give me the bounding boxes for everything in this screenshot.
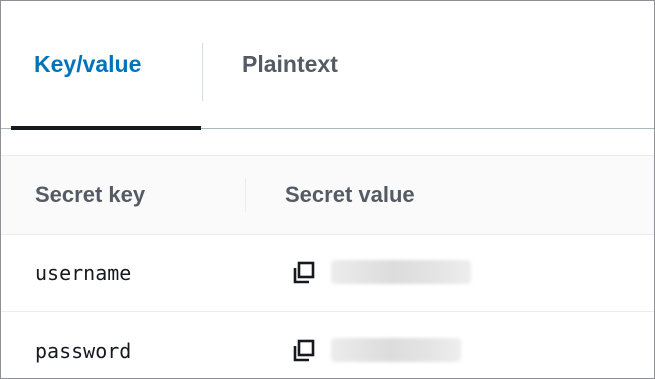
column-header-secret-key: Secret key <box>35 182 146 207</box>
secret-key-cell: password <box>35 338 132 363</box>
copy-icon[interactable] <box>291 338 317 364</box>
tab-plaintext[interactable]: Plaintext <box>205 1 338 128</box>
tab-key-value[interactable]: Key/value <box>11 1 201 130</box>
column-header-secret-value: Secret value <box>285 182 415 207</box>
masked-secret-value <box>331 260 471 284</box>
tab-divider <box>202 43 203 101</box>
secret-key-cell: username <box>35 260 132 285</box>
table-row: password <box>1 312 654 378</box>
tab-key-value-label: Key/value <box>34 51 142 77</box>
active-tab-indicator <box>11 126 201 130</box>
secret-value-panel: Key/value Plaintext Secret key Secret va… <box>0 0 655 379</box>
copy-icon[interactable] <box>291 260 317 286</box>
masked-secret-value <box>331 338 461 362</box>
table-row: username <box>1 234 654 312</box>
tab-bar: Key/value Plaintext <box>1 1 654 130</box>
column-divider <box>245 178 246 212</box>
tab-plaintext-label: Plaintext <box>242 51 338 77</box>
table-header: Secret key Secret value <box>1 155 654 235</box>
